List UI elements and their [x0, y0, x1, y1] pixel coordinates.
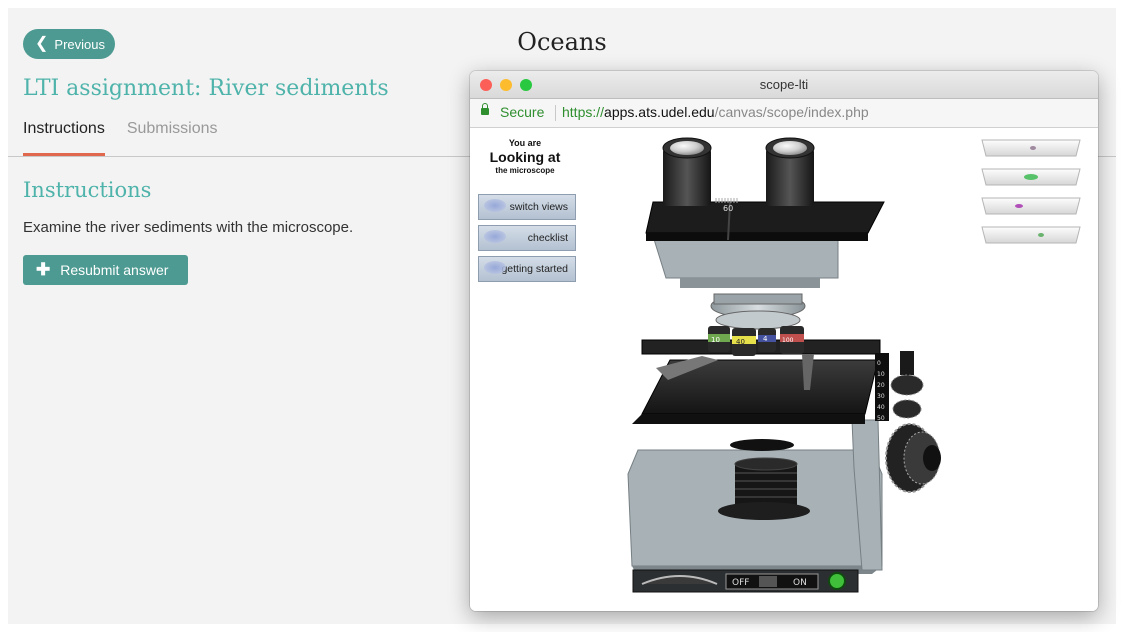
slide-1[interactable] [981, 139, 1081, 157]
svg-text:40: 40 [877, 404, 885, 411]
svg-text:10: 10 [711, 336, 720, 344]
window-title: scope-lti [759, 77, 809, 92]
fine-focus-knob[interactable] [885, 423, 941, 493]
stage-front [632, 414, 865, 424]
instructions-heading: Instructions [23, 178, 152, 202]
address-separator [555, 105, 556, 121]
left-eyepiece[interactable] [662, 137, 712, 206]
microscope-head [652, 235, 839, 279]
head-bottom [680, 278, 820, 288]
objective-4[interactable]: 4 [758, 328, 776, 352]
url-scheme: https:// [562, 104, 605, 120]
svg-text:20: 20 [877, 382, 885, 389]
slide-4[interactable] [981, 226, 1081, 244]
tab-instructions[interactable]: Instructions [23, 120, 105, 156]
condenser-rim [734, 457, 798, 471]
resubmit-answer-button[interactable]: ✚ Resubmit answer [23, 255, 188, 285]
url-text[interactable]: https://apps.ats.udel.edu/canvas/scope/i… [562, 104, 869, 120]
right-eyepiece[interactable] [765, 137, 815, 206]
nosepiece-ring [713, 293, 803, 305]
svg-text:10: 10 [877, 371, 885, 378]
previous-label: Previous [54, 36, 105, 52]
previous-button[interactable]: ❮ Previous [23, 29, 115, 59]
svg-text:40: 40 [736, 338, 745, 346]
scope-popup-window: scope-lti Secure https://apps.ats.udel.e… [470, 71, 1098, 611]
url-host: apps.ats.udel.edu [604, 104, 715, 120]
tab-submissions[interactable]: Submissions [127, 120, 218, 156]
objective-40[interactable]: 40 [732, 328, 756, 356]
coarse-focus-knob-upper[interactable] [890, 351, 924, 419]
assignment-tabs: Instructions Submissions [23, 120, 218, 156]
assignment-title: LTI assignment: River sediments [23, 76, 389, 101]
binocular-plate-front [646, 233, 868, 241]
url-path: /canvas/scope/index.php [714, 104, 869, 120]
binocular-plate [645, 201, 885, 234]
svg-text:0: 0 [877, 360, 881, 367]
microscope-illustration: 0 10 20 30 40 50 10 40 4 100 60 OFF ON [627, 137, 1081, 593]
power-off-label: OFF [732, 578, 749, 588]
light-source [718, 502, 810, 520]
power-switch-knob [759, 576, 777, 587]
slide-2[interactable] [981, 168, 1081, 186]
ocular-scale-label: 60 [723, 204, 733, 213]
objective-10[interactable]: 10 [708, 326, 730, 352]
resubmit-label: Resubmit answer [60, 262, 169, 278]
scope-app: You are Looking at the microscope switch… [470, 128, 1098, 611]
objective-100[interactable]: 100 [780, 326, 804, 354]
svg-text:50: 50 [877, 415, 885, 422]
address-bar[interactable]: Secure https://apps.ats.udel.edu/canvas/… [470, 99, 1098, 128]
svg-text:100: 100 [782, 337, 794, 344]
slide-3[interactable] [981, 197, 1081, 215]
power-on-label: ON [793, 578, 807, 588]
condenser-top [730, 439, 794, 451]
svg-text:30: 30 [877, 393, 885, 400]
lock-icon [481, 103, 489, 115]
secure-label: Secure [500, 104, 545, 120]
svg-text:4: 4 [763, 335, 768, 343]
window-titlebar[interactable]: scope-lti [470, 71, 1098, 99]
chevron-left-icon: ❮ [35, 35, 49, 52]
course-title: Oceans [517, 28, 607, 56]
power-indicator-light[interactable] [828, 572, 846, 590]
plus-icon: ✚ [36, 260, 51, 279]
instructions-text: Examine the river sediments with the mic… [23, 219, 354, 236]
